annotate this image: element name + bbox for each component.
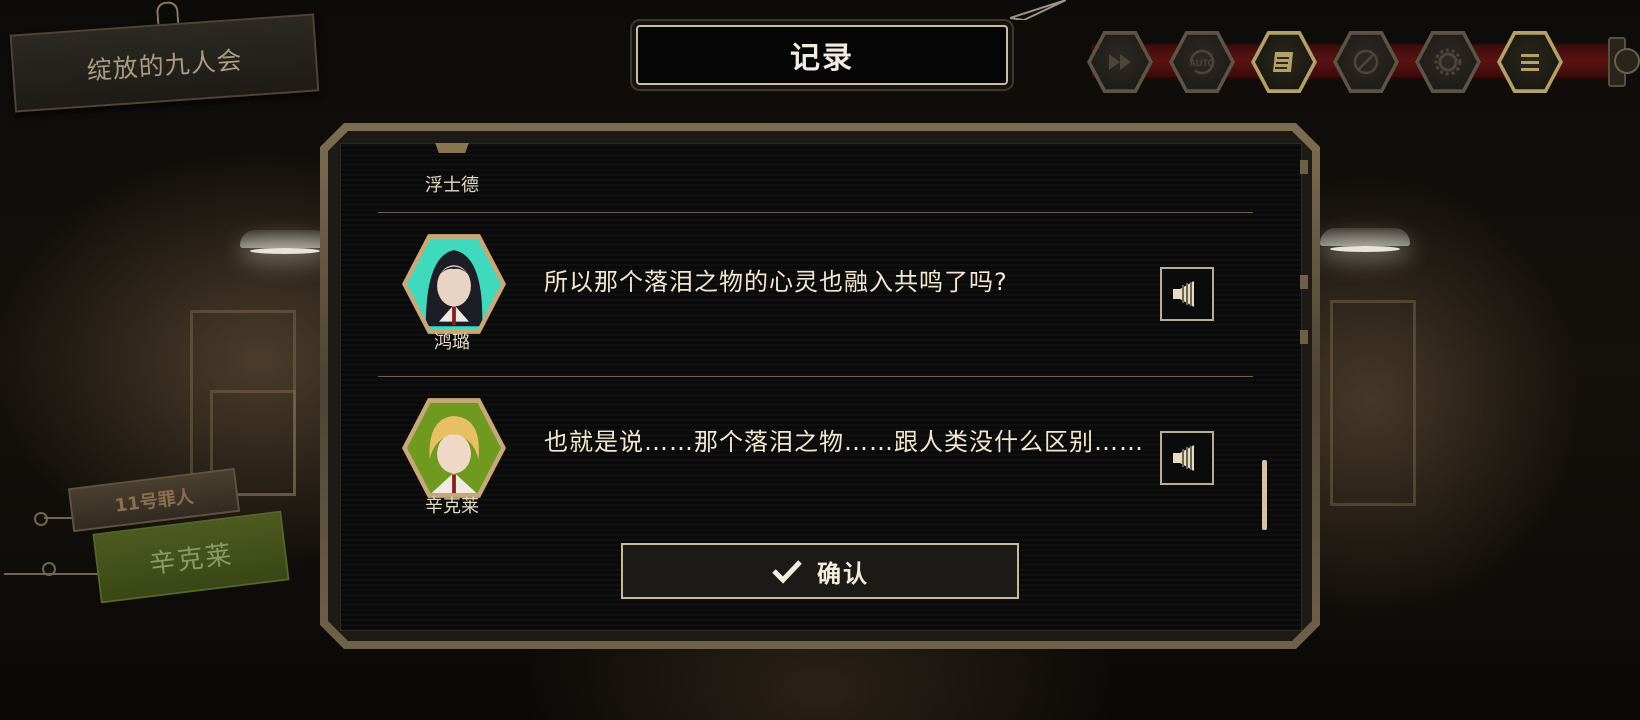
menu-icon — [1521, 54, 1539, 71]
plaque-hook — [155, 0, 180, 25]
ceiling-lamp-right — [1320, 228, 1410, 252]
hide-ui-icon — [1353, 49, 1379, 75]
log-icon — [1273, 52, 1293, 72]
speaker-volume-icon — [1173, 445, 1194, 471]
confirm-label: 确认 — [817, 559, 869, 588]
replay-voice-button[interactable] — [1160, 431, 1214, 485]
speaker-name: 鸿璐 — [434, 332, 470, 353]
dialog-line: 也就是说……那个落泪之物……跟人类没什么区别…… — [544, 428, 1144, 456]
toolbar-rail-knob — [1614, 48, 1640, 74]
speaker-name: 浮士德 — [425, 175, 479, 196]
menu-button[interactable] — [1497, 29, 1563, 95]
replay-voice-button[interactable] — [1160, 267, 1214, 321]
fast-forward-icon — [1109, 54, 1131, 70]
auto-button[interactable]: AUTO — [1169, 29, 1235, 95]
confirm-button[interactable]: 确认 — [621, 543, 1019, 599]
dialog-line: 所以那个落泪之物的心灵也融入共鸣了吗? — [544, 268, 1008, 296]
log-list[interactable]: 浮士德 鸿璐 所以那个落泪之物的心灵也融入共鸣了吗? 辛克莱 也就是说……那个落… — [378, 143, 1268, 529]
speaker-avatar-partial — [430, 143, 474, 153]
ceiling-lamp-left — [240, 230, 330, 254]
paper-plane-icon — [1010, 0, 1066, 20]
panel-rivet — [1300, 160, 1308, 174]
tag-chain-link — [34, 512, 48, 526]
speaker-avatar — [402, 396, 506, 500]
fast-forward-button[interactable] — [1087, 29, 1153, 95]
log-title: 记录 — [790, 41, 854, 76]
speaker-volume-icon — [1173, 281, 1194, 307]
checkmark-icon — [772, 560, 802, 584]
auto-label: AUTO — [1189, 58, 1214, 68]
speaker-name: 辛克莱 — [425, 496, 479, 517]
panel-rivet — [1300, 330, 1308, 344]
log-button[interactable] — [1251, 29, 1317, 95]
tag-chain — [44, 517, 74, 519]
speaker-avatar — [402, 232, 506, 336]
log-title-box: 记录 — [636, 25, 1008, 85]
auto-icon: AUTO — [1189, 49, 1215, 75]
tag-chain-2 — [4, 573, 100, 575]
entry-divider — [378, 376, 1253, 377]
settings-gear-icon — [1434, 48, 1462, 76]
settings-button[interactable] — [1415, 29, 1481, 95]
hide-ui-button[interactable] — [1333, 29, 1399, 95]
entry-divider — [378, 212, 1253, 213]
panel-rivet — [1300, 275, 1308, 289]
shelf-right — [1330, 300, 1416, 506]
log-scrollbar[interactable] — [1262, 460, 1267, 530]
